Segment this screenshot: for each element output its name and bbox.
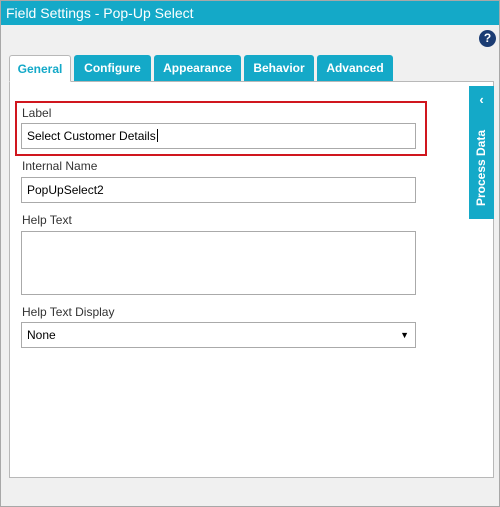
tab-advanced[interactable]: Advanced [317,55,393,81]
help-text-textarea[interactable] [21,231,416,295]
chevron-left-icon: ‹ [479,92,484,107]
dialog-title: Field Settings - Pop-Up Select [1,1,499,25]
tab-behavior[interactable]: Behavior [244,55,314,81]
help-text-caption: Help Text [22,213,72,227]
internal-name-caption: Internal Name [22,159,98,173]
help-text-display-select[interactable]: None ▼ [21,322,416,348]
process-data-panel-toggle[interactable]: ‹ Process Data [469,86,494,219]
help-text-display-caption: Help Text Display [22,305,115,319]
process-data-label: Process Data [474,129,488,207]
help-icon[interactable]: ? [479,30,496,47]
label-input-value: Select Customer Details [27,129,156,143]
tab-configure[interactable]: Configure [74,55,151,81]
dropdown-arrow-icon: ▼ [400,330,409,340]
internal-name-input[interactable]: PopUpSelect2 [21,177,416,203]
tab-general[interactable]: General [9,55,71,82]
label-input[interactable]: Select Customer Details [21,123,416,149]
help-text-display-value: None [27,328,56,342]
field-settings-dialog: Field Settings - Pop-Up Select ? General… [0,0,500,507]
text-caret [156,129,158,142]
tab-appearance[interactable]: Appearance [154,55,241,81]
label-field-caption: Label [22,106,52,120]
